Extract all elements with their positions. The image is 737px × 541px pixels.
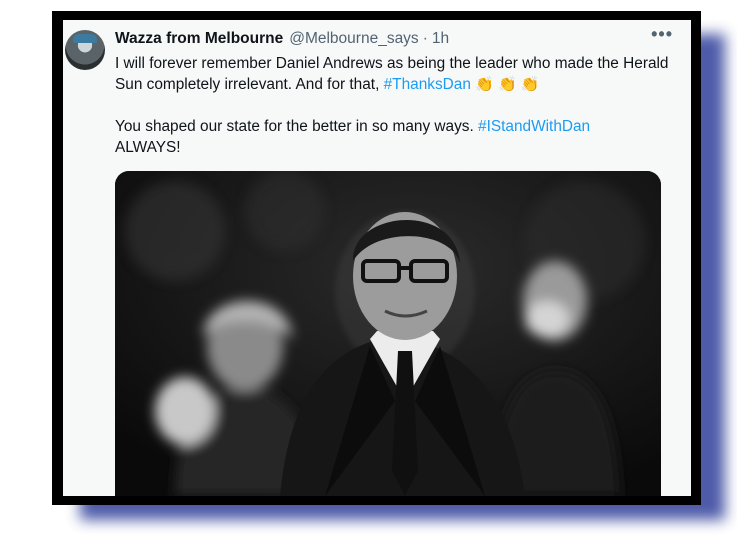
more-options-icon[interactable]: •••: [651, 24, 673, 45]
avatar[interactable]: [65, 30, 105, 70]
tweet-line-2: You shaped our state for the better in s…: [115, 118, 479, 135]
clapping-hands-emoji: 👏 👏 👏: [475, 76, 540, 93]
hashtag-istandwithdan[interactable]: #IStandWithDan: [478, 118, 590, 135]
display-name[interactable]: Wazza from Melbourne: [115, 30, 283, 48]
tweet-photo[interactable]: [115, 171, 661, 496]
hashtag-thanksdan[interactable]: #ThanksDan: [384, 76, 471, 93]
separator-dot: ·: [422, 30, 428, 47]
tweet-line-2-suffix: ALWAYS!: [115, 139, 181, 156]
user-handle[interactable]: @Melbourne_says: [289, 30, 418, 48]
tweet-header: Wazza from Melbourne @Melbourne_says · 1…: [115, 30, 681, 52]
photo-illustration: [115, 171, 661, 496]
tweet-text: I will forever remember Daniel Andrews a…: [115, 53, 683, 158]
tweet-card[interactable]: Wazza from Melbourne @Melbourne_says · 1…: [63, 20, 691, 496]
timestamp[interactable]: 1h: [432, 30, 449, 48]
